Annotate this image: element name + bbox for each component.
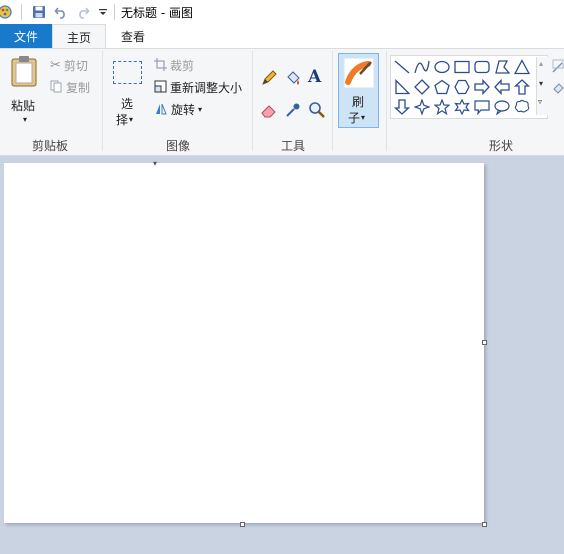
shapes-group-label: 形状 bbox=[488, 139, 513, 153]
left-arrow-shape-icon[interactable] bbox=[493, 78, 511, 96]
chevron-down-icon: ▾ bbox=[361, 113, 366, 122]
rotate-label: 旋转 bbox=[171, 103, 196, 117]
pencil-icon[interactable] bbox=[260, 69, 278, 90]
five-point-star-shape-icon[interactable] bbox=[433, 98, 451, 116]
tab-view[interactable]: 查看 bbox=[106, 24, 160, 48]
crop-button[interactable]: 裁剪 bbox=[154, 57, 194, 74]
gallery-expand-icon[interactable]: ▿ bbox=[538, 98, 542, 106]
crop-icon bbox=[154, 57, 167, 74]
rect-callout-shape-icon[interactable] bbox=[473, 98, 491, 116]
cloud-callout-shape-icon[interactable] bbox=[513, 98, 531, 116]
resize-icon bbox=[154, 80, 167, 96]
scroll-up-icon[interactable]: ▴ bbox=[539, 59, 543, 68]
ribbon: 粘贴 ▾ ✂ 剪切 复制 剪贴板 选 择 ▾ 裁剪 重新调整大小 旋转 ▾ 图像… bbox=[0, 48, 564, 156]
image-group-label: 图像 bbox=[165, 139, 190, 153]
select-rect-icon bbox=[113, 61, 142, 84]
scissors-icon: ✂ bbox=[50, 58, 61, 73]
shapes-grid bbox=[393, 58, 533, 118]
ribbon-tabs: 文件 主页 查看 bbox=[0, 24, 564, 49]
resize-label: 重新调整大小 bbox=[170, 81, 243, 95]
rotate-icon bbox=[154, 102, 168, 118]
tab-home[interactable]: 主页 bbox=[52, 24, 106, 49]
oval-callout-shape-icon[interactable] bbox=[493, 98, 511, 116]
six-point-star-shape-icon[interactable] bbox=[453, 98, 471, 116]
shapes-scrollbar[interactable]: ▴ ▾ ▿ bbox=[536, 57, 548, 115]
select-label-2-wrap: 择 ▾ bbox=[116, 111, 133, 128]
tab-file[interactable]: 文件 bbox=[0, 24, 52, 48]
scroll-down-icon[interactable]: ▾ bbox=[539, 79, 543, 88]
group-separator bbox=[332, 51, 333, 151]
select-label-1: 选 bbox=[121, 97, 134, 111]
window-title: 无标题 - 画图 bbox=[121, 6, 193, 20]
outline-icon[interactable] bbox=[552, 59, 564, 76]
four-point-star-shape-icon[interactable] bbox=[413, 98, 431, 116]
resize-handle-right[interactable] bbox=[482, 340, 487, 345]
color-picker-icon[interactable] bbox=[284, 101, 302, 122]
curve-shape-icon[interactable] bbox=[413, 58, 431, 76]
rectangle-shape-icon[interactable] bbox=[453, 58, 471, 76]
resize-handle-corner[interactable] bbox=[482, 522, 487, 527]
save-icon[interactable] bbox=[30, 3, 48, 21]
line-shape-icon[interactable] bbox=[393, 58, 411, 76]
brushes-label-1: 刷 bbox=[352, 95, 365, 109]
hexagon-shape-icon[interactable] bbox=[453, 78, 471, 96]
rounded-rectangle-shape-icon[interactable] bbox=[473, 58, 491, 76]
brushes-button[interactable]: 刷 子 ▾ bbox=[338, 53, 379, 128]
select-button[interactable]: 选 择 ▾ bbox=[110, 53, 146, 129]
eraser-icon[interactable] bbox=[260, 101, 278, 122]
resize-button[interactable]: 重新调整大小 bbox=[154, 79, 242, 96]
divider bbox=[21, 4, 22, 20]
drawing-canvas[interactable] bbox=[4, 163, 484, 523]
tools-group-label: 工具 bbox=[280, 139, 305, 153]
rotate-button[interactable]: 旋转 ▾ bbox=[154, 101, 202, 118]
down-arrow-shape-icon[interactable] bbox=[393, 98, 411, 116]
group-separator bbox=[386, 51, 387, 151]
group-separator bbox=[252, 51, 253, 151]
group-separator bbox=[102, 51, 103, 151]
clipboard-icon bbox=[10, 55, 38, 90]
copy-icon bbox=[50, 80, 63, 96]
text-tool-icon[interactable]: A bbox=[308, 67, 321, 87]
divider bbox=[114, 4, 115, 20]
fill-bucket-icon[interactable] bbox=[284, 69, 302, 90]
right-arrow-shape-icon[interactable] bbox=[473, 78, 491, 96]
brushes-label-2: 子 bbox=[348, 111, 361, 125]
diamond-shape-icon[interactable] bbox=[413, 78, 431, 96]
title-bar: 无标题 - 画图 bbox=[0, 0, 564, 24]
paste-button[interactable]: 粘贴 ▾ bbox=[4, 53, 42, 129]
chevron-down-icon: ▾ bbox=[23, 115, 28, 124]
triangle-shape-icon[interactable] bbox=[513, 58, 531, 76]
fill-icon[interactable] bbox=[552, 81, 564, 98]
paint-app-icon[interactable] bbox=[0, 3, 14, 21]
paste-label: 粘贴 bbox=[11, 99, 36, 113]
polygon-shape-icon[interactable] bbox=[493, 58, 511, 76]
clipboard-group-label: 剪贴板 bbox=[31, 139, 68, 153]
brush-icon bbox=[343, 57, 375, 91]
crop-label: 裁剪 bbox=[170, 59, 195, 73]
undo-icon[interactable] bbox=[52, 3, 70, 21]
up-arrow-shape-icon[interactable] bbox=[513, 78, 531, 96]
canvas-top-marker: ▾ bbox=[153, 159, 158, 168]
shapes-gallery bbox=[390, 55, 548, 119]
oval-shape-icon[interactable] bbox=[433, 58, 451, 76]
cut-label: 剪切 bbox=[63, 59, 88, 73]
magnifier-icon[interactable] bbox=[308, 101, 326, 122]
redo-icon[interactable] bbox=[74, 3, 92, 21]
copy-button[interactable]: 复制 bbox=[50, 79, 90, 96]
brushes-label-2-wrap: 子 ▾ bbox=[348, 109, 365, 126]
copy-label: 复制 bbox=[66, 81, 91, 95]
right-triangle-shape-icon[interactable] bbox=[393, 78, 411, 96]
chevron-down-icon: ▾ bbox=[129, 115, 134, 124]
resize-handle-bottom[interactable] bbox=[240, 522, 245, 527]
pentagon-shape-icon[interactable] bbox=[433, 78, 451, 96]
cut-button[interactable]: ✂ 剪切 bbox=[50, 57, 88, 74]
chevron-down-icon: ▾ bbox=[198, 105, 203, 114]
select-label-2: 择 bbox=[116, 113, 129, 127]
customize-quick-access-icon[interactable] bbox=[94, 3, 112, 21]
